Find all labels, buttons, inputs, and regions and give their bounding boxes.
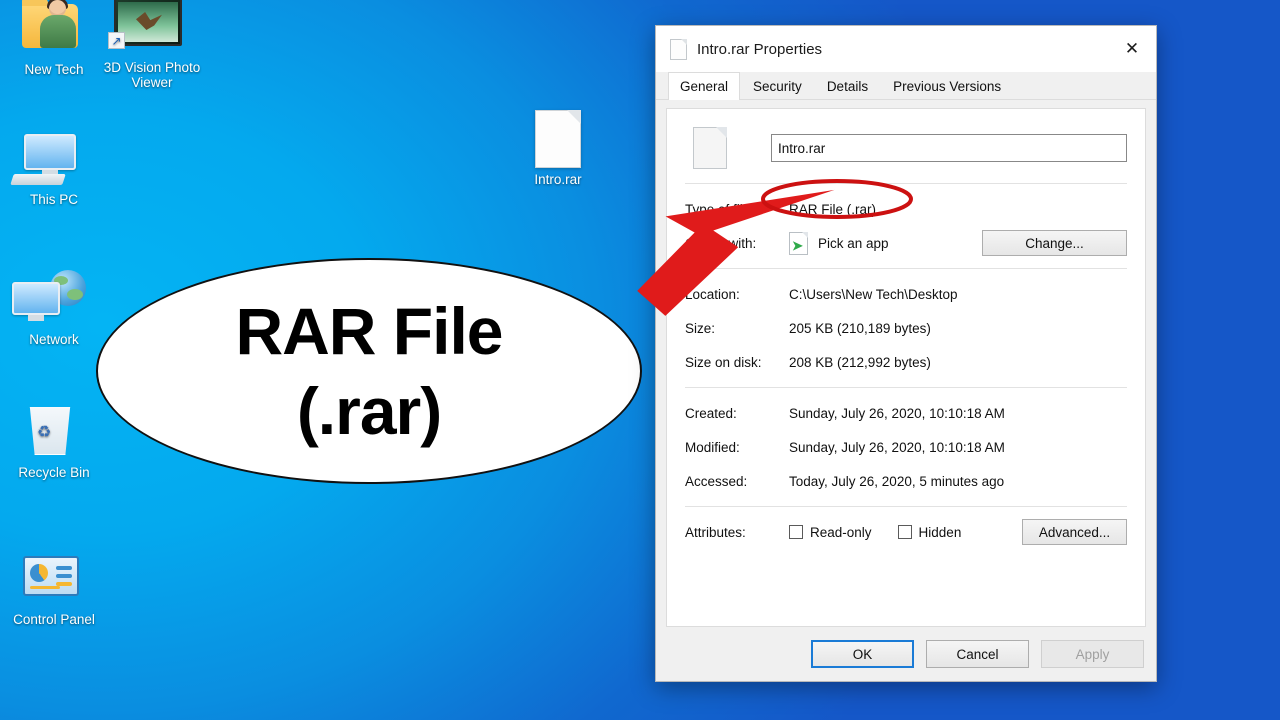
- advanced-button[interactable]: Advanced...: [1022, 519, 1127, 545]
- opens-with-row: Opens with: ➤ Pick an app Change...: [685, 226, 1127, 260]
- checkbox-box[interactable]: [897, 525, 912, 539]
- type-of-file-value: RAR File (.rar): [789, 201, 876, 217]
- attributes-label: Attributes:: [685, 524, 746, 540]
- accessed-value: Today, July 26, 2020, 5 minutes ago: [789, 473, 1005, 489]
- desktop-icon-3d-vision-photo-viewer[interactable]: ↗ 3D Vision Photo Viewer: [102, 0, 202, 90]
- created-value: Sunday, July 26, 2020, 10:10:18 AM: [789, 405, 1005, 421]
- divider: [685, 183, 1127, 184]
- location-row: Location: C:\Users\New Tech\Desktop: [685, 277, 1127, 311]
- change-button[interactable]: Change...: [982, 230, 1127, 256]
- divider: [685, 268, 1127, 269]
- desktop-icon-label: Intro.rar: [534, 172, 582, 187]
- readonly-label: Read-only: [810, 524, 872, 540]
- desktop-icon-label: Recycle Bin: [18, 465, 90, 480]
- modified-value: Sunday, July 26, 2020, 10:10:18 AM: [789, 439, 1005, 455]
- type-of-file-row: Type of file: RAR File (.rar): [685, 192, 1127, 226]
- desktop-icon-label: Control Panel: [13, 612, 95, 627]
- filename-input[interactable]: [771, 134, 1127, 162]
- this-pc-icon: [4, 130, 104, 188]
- close-icon[interactable]: ✕: [1108, 26, 1156, 72]
- shortcut-arrow-icon: ↗: [108, 32, 125, 49]
- hidden-checkbox[interactable]: Hidden: [897, 524, 962, 540]
- opens-with-value: Pick an app: [818, 235, 889, 251]
- general-tab-panel: Type of file: RAR File (.rar) Opens with…: [666, 108, 1146, 627]
- created-row: Created: Sunday, July 26, 2020, 10:10:18…: [685, 396, 1127, 430]
- dialog-titlebar: Intro.rar Properties ✕: [656, 26, 1156, 72]
- properties-dialog: Intro.rar Properties ✕ General Security …: [655, 25, 1157, 682]
- accessed-row: Accessed: Today, July 26, 2020, 5 minute…: [685, 464, 1127, 498]
- modified-row: Modified: Sunday, July 26, 2020, 10:10:1…: [685, 430, 1127, 464]
- size-value: 205 KB (210,189 bytes): [789, 320, 931, 336]
- divider: [685, 506, 1127, 507]
- opens-with-label: Opens with:: [685, 235, 757, 251]
- photo-viewer-shortcut-icon: ↗: [102, 0, 202, 56]
- dialog-button-bar: OK Cancel Apply: [656, 627, 1156, 681]
- desktop-icon-control-panel[interactable]: Control Panel: [4, 550, 104, 627]
- callout-line-1: RAR File: [235, 294, 503, 368]
- size-on-disk-row: Size on disk: 208 KB (212,992 bytes): [685, 345, 1127, 379]
- location-label: Location:: [685, 286, 740, 302]
- file-icon: [670, 38, 687, 60]
- location-value: C:\Users\New Tech\Desktop: [789, 286, 958, 302]
- desktop-icon-this-pc[interactable]: This PC: [4, 130, 104, 207]
- ok-button[interactable]: OK: [811, 640, 914, 668]
- desktop-icon-label: This PC: [29, 192, 78, 207]
- desktop-icon-label: New Tech: [24, 62, 84, 77]
- tab-previous-versions[interactable]: Previous Versions: [881, 72, 1014, 99]
- network-icon: [4, 270, 104, 328]
- accessed-label: Accessed:: [685, 473, 748, 489]
- tab-general[interactable]: General: [668, 72, 741, 100]
- desktop-icon-label: Network: [29, 332, 79, 347]
- user-folder-icon: [4, 0, 104, 58]
- size-label: Size:: [685, 320, 716, 336]
- pick-an-app-icon: ➤: [789, 231, 808, 255]
- tab-security[interactable]: Security: [741, 72, 814, 99]
- desktop-icon-network[interactable]: Network: [4, 270, 104, 347]
- type-of-file-label: Type of file:: [685, 201, 755, 217]
- cancel-button[interactable]: Cancel: [926, 640, 1029, 668]
- desktop-icon-recycle-bin[interactable]: ♻ Recycle Bin: [4, 403, 104, 480]
- callout-annotation: RAR File (.rar): [96, 258, 642, 484]
- callout-line-2: (.rar): [296, 374, 442, 448]
- tab-strip: General Security Details Previous Versio…: [656, 72, 1156, 100]
- file-type-icon: [693, 127, 727, 169]
- dialog-title: Intro.rar Properties: [697, 40, 823, 58]
- generic-file-icon: [508, 110, 608, 168]
- hidden-label: Hidden: [918, 524, 962, 540]
- readonly-checkbox[interactable]: Read-only: [789, 525, 872, 540]
- apply-button: Apply: [1041, 640, 1144, 668]
- size-row: Size: 205 KB (210,189 bytes): [685, 311, 1127, 345]
- attributes-row: Attributes: Read-only Hidden Advanced...: [685, 515, 1127, 549]
- desktop: New Tech ↗ 3D Vision Photo Viewer This P…: [0, 0, 1280, 720]
- control-panel-icon: [4, 550, 104, 608]
- desktop-icon-new-tech[interactable]: New Tech: [4, 0, 104, 77]
- opens-with-app: ➤ Pick an app: [789, 231, 889, 255]
- modified-label: Modified:: [685, 439, 740, 455]
- recycle-bin-icon: ♻: [4, 403, 104, 461]
- tab-details[interactable]: Details: [814, 72, 881, 99]
- checkbox-box[interactable]: [789, 525, 803, 539]
- desktop-icon-intro-rar[interactable]: Intro.rar: [508, 110, 608, 187]
- size-on-disk-label: Size on disk:: [685, 354, 762, 370]
- divider: [685, 387, 1127, 388]
- created-label: Created:: [685, 405, 737, 421]
- desktop-icon-label: 3D Vision Photo Viewer: [103, 60, 201, 90]
- size-on-disk-value: 208 KB (212,992 bytes): [789, 354, 931, 370]
- filename-row: [685, 127, 1127, 169]
